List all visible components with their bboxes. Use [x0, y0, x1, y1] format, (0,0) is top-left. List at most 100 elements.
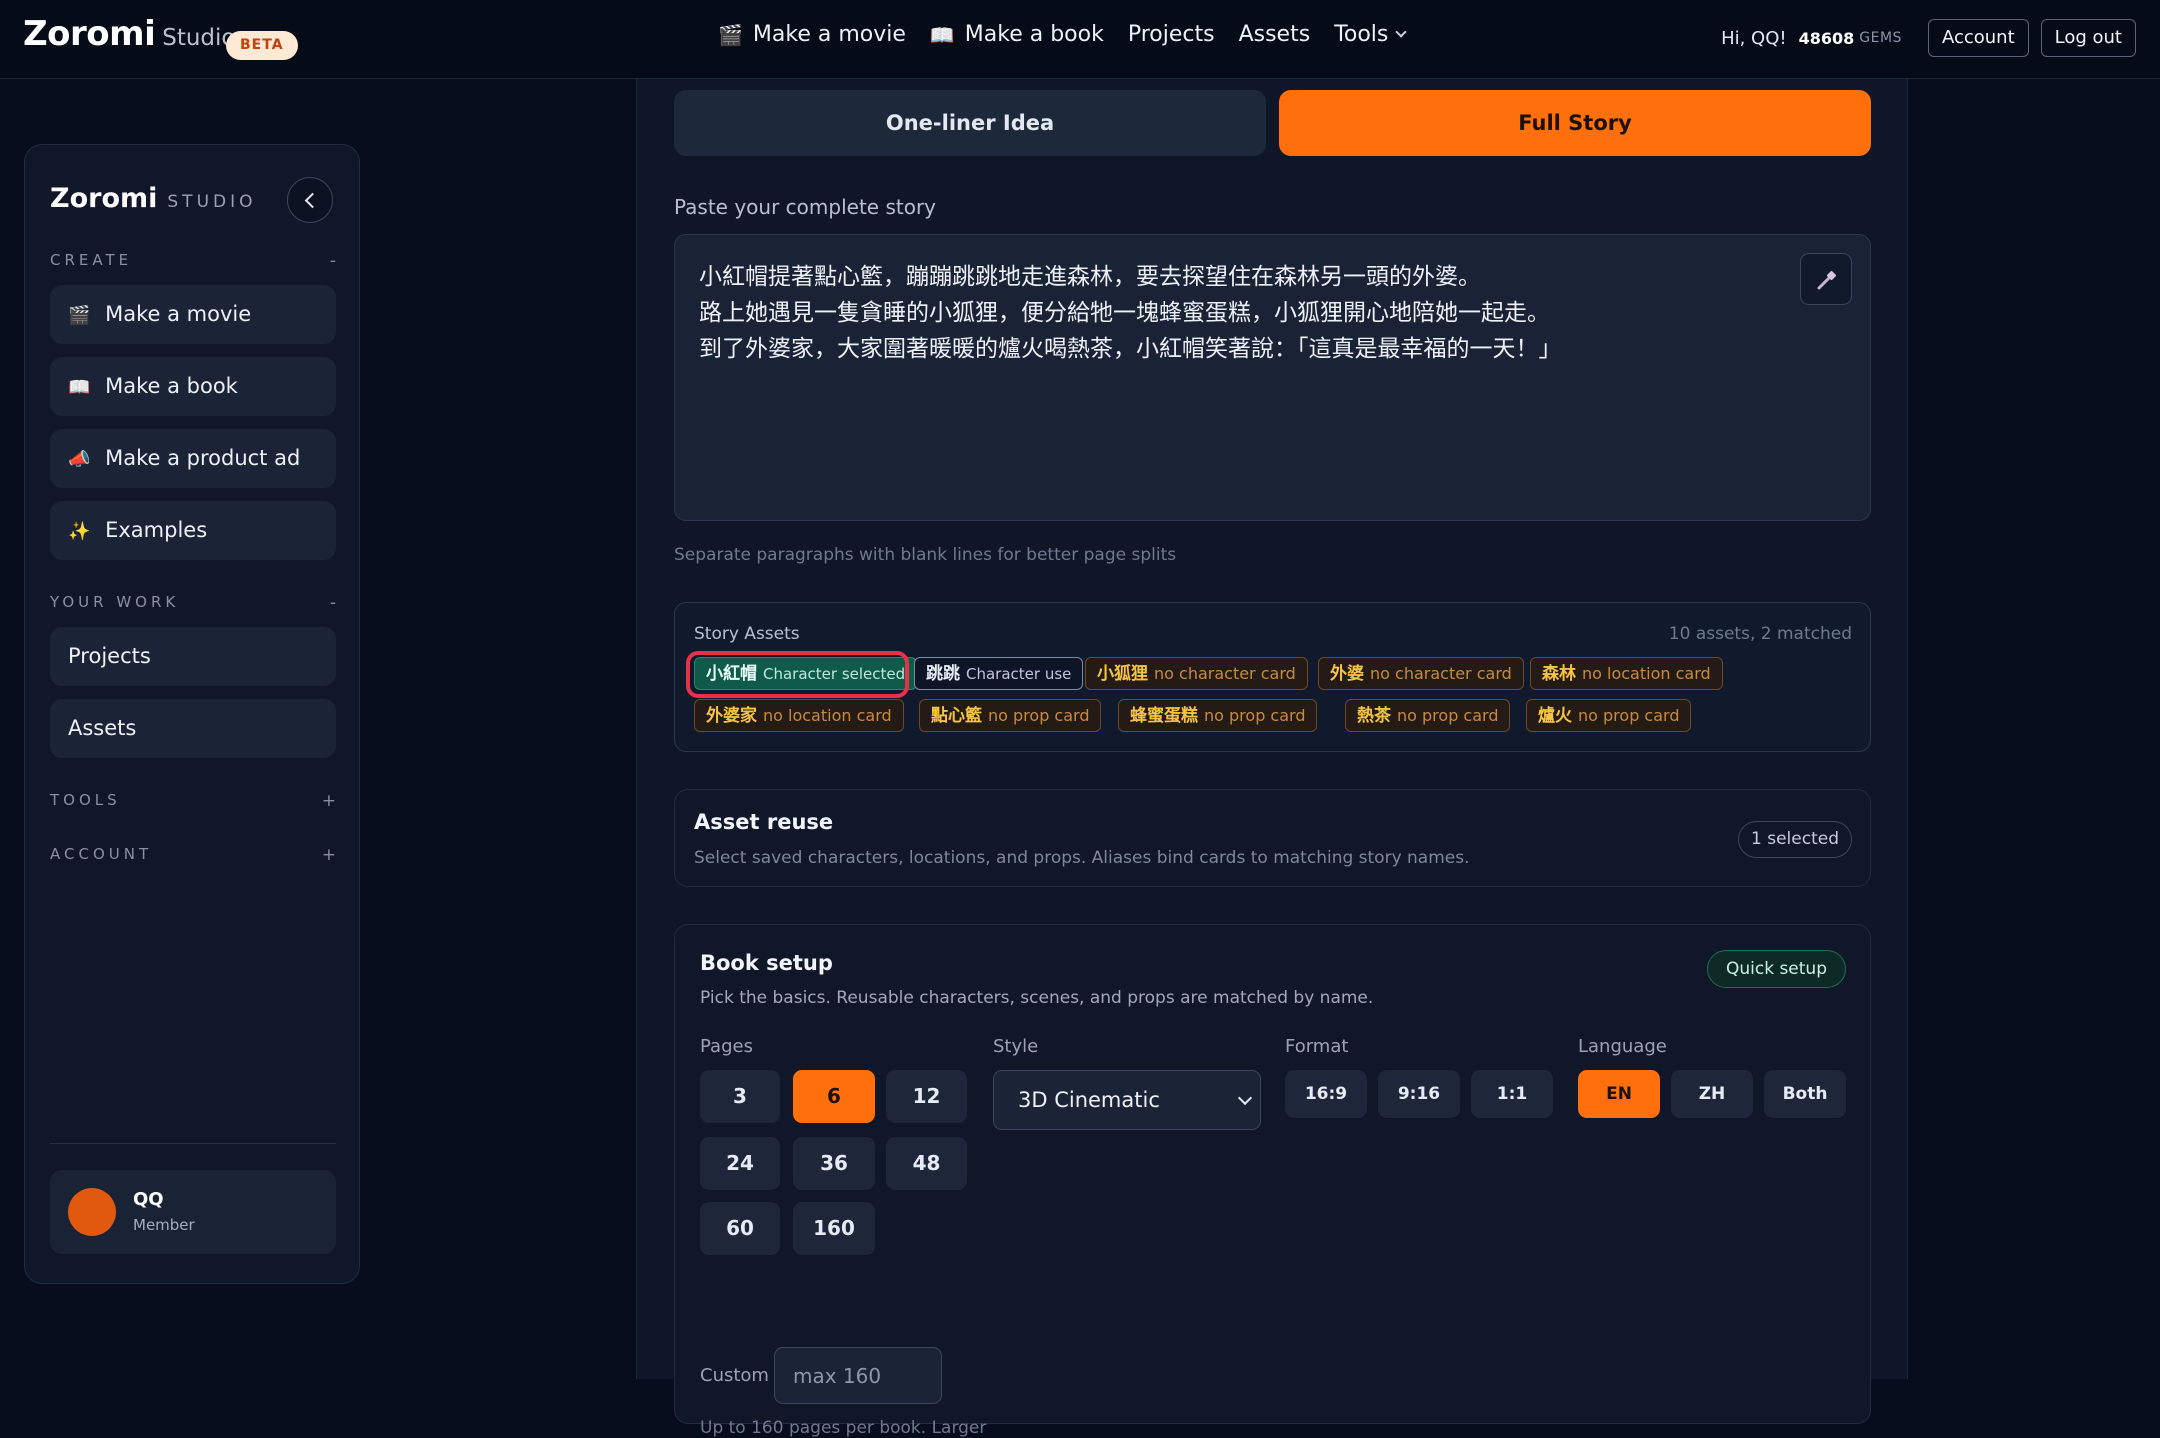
style-selected-value: 3D Cinematic [1018, 1088, 1160, 1112]
logout-button[interactable]: Log out [2040, 19, 2136, 57]
asset-chip-status: no prop card [1578, 706, 1680, 725]
custom-pages-input[interactable] [774, 1347, 942, 1404]
sidebar-item-label: Make a product ad [105, 446, 301, 470]
section-create-header[interactable]: CREATE - [50, 251, 336, 271]
pages-option[interactable]: 12 [886, 1070, 967, 1123]
asset-chip-status: Character use [966, 665, 1072, 683]
format-option[interactable]: 1:1 [1471, 1070, 1553, 1118]
sparkles-icon: ✨ [68, 521, 91, 542]
account-button[interactable]: Account [1927, 19, 2029, 57]
pages-option[interactable]: 60 [700, 1202, 780, 1255]
sidebar-item-make-movie[interactable]: 🎬 Make a movie [50, 285, 336, 344]
asset-chip[interactable]: 跳跳 Character use [914, 657, 1084, 690]
asset-reuse-title: Asset reuse [694, 810, 834, 834]
pages-option[interactable]: 36 [793, 1137, 875, 1190]
asset-chip[interactable]: 點心籃 no prop card [919, 699, 1102, 732]
user-card[interactable]: QQ Member [50, 1170, 336, 1254]
format-option[interactable]: 9:16 [1378, 1070, 1460, 1118]
book-icon: 📖 [68, 377, 91, 398]
book-setup-title: Book setup [700, 951, 833, 975]
asset-chip-status: no prop card [1397, 706, 1499, 725]
format-label: Format [1285, 1036, 1349, 1057]
pages-option[interactable]: 48 [886, 1137, 967, 1190]
sidebar-brand: Zoromi STUDIO [50, 183, 257, 214]
tab-full-story[interactable]: Full Story [1279, 90, 1871, 156]
sidebar-item-make-book[interactable]: 📖 Make a book [50, 357, 336, 416]
sidebar-item-label: Make a movie [105, 302, 252, 326]
brand-logo[interactable]: Zoromi Studio [23, 14, 236, 54]
section-account-title: ACCOUNT [50, 845, 153, 863]
section-your-work-header[interactable]: YOUR WORK - [50, 593, 336, 613]
expand-toggle-icon: + [321, 845, 336, 865]
language-option[interactable]: EN [1578, 1070, 1660, 1118]
brand-name: Zoromi [23, 14, 156, 54]
beta-badge: BETA [226, 31, 298, 60]
chevron-left-icon [304, 192, 321, 209]
asset-chip-status: no prop card [1204, 706, 1306, 725]
asset-chip-name: 蜂蜜蛋糕 [1130, 706, 1198, 726]
asset-chip[interactable]: 爐火 no prop card [1526, 699, 1692, 732]
asset-chip[interactable]: 外婆家 no location card [694, 699, 904, 732]
asset-chip-name: 爐火 [1538, 706, 1572, 726]
tab-one-liner-idea[interactable]: One-liner Idea [674, 90, 1266, 156]
chevron-down-icon [1395, 25, 1408, 38]
nav-tools-label: Tools [1334, 22, 1389, 47]
story-textarea[interactable]: 小紅帽提著點心籃，蹦蹦跳跳地走進森林，要去探望住在森林另一頭的外婆。 路上她遇見… [674, 234, 1871, 521]
user-role: Member [133, 1216, 195, 1234]
sidebar-item-projects[interactable]: Projects [50, 627, 336, 686]
gems-count: 48608 [1798, 28, 1855, 48]
sidebar-item-assets[interactable]: Assets [50, 699, 336, 758]
quick-setup-button[interactable]: Quick setup [1706, 950, 1846, 988]
main-panel: One-liner Idea Full Story Paste your com… [636, 79, 1908, 1438]
asset-chip-status: no character card [1154, 664, 1296, 683]
pages-option[interactable]: 24 [700, 1137, 780, 1190]
avatar [68, 1188, 116, 1236]
story-assets-title: Story Assets [694, 624, 800, 644]
asset-reuse-description: Select saved characters, locations, and … [694, 848, 1470, 868]
asset-chip-name: 森林 [1542, 664, 1576, 684]
book-icon: 📖 [929, 22, 955, 47]
asset-chip-status: no character card [1370, 664, 1512, 683]
language-label: Language [1578, 1036, 1667, 1057]
selection-highlight-ring [686, 651, 909, 698]
collapse-sidebar-button[interactable] [287, 177, 333, 223]
language-option[interactable]: ZH [1671, 1070, 1753, 1118]
nav-make-movie[interactable]: 🎬 Make a movie [718, 22, 906, 47]
clapperboard-icon: 🎬 [68, 305, 91, 326]
magic-wand-icon [1817, 270, 1837, 290]
nav-projects[interactable]: Projects [1128, 22, 1215, 47]
asset-reuse-panel[interactable]: Asset reuse Select saved characters, loc… [674, 789, 1871, 887]
sidebar-item-examples[interactable]: ✨ Examples [50, 501, 336, 560]
section-tools-header[interactable]: TOOLS + [50, 791, 336, 811]
sidebar-divider [50, 1143, 336, 1144]
sidebar-brand-name: Zoromi [50, 183, 158, 214]
sidebar-item-make-product-ad[interactable]: 📣 Make a product ad [50, 429, 336, 488]
pages-label: Pages [700, 1036, 753, 1057]
collapse-toggle-icon: - [329, 593, 336, 613]
pages-option[interactable]: 160 [793, 1202, 875, 1255]
magic-wand-button[interactable] [1800, 253, 1852, 305]
section-account-header[interactable]: ACCOUNT + [50, 845, 336, 865]
pages-option[interactable]: 6 [793, 1070, 875, 1123]
user-name: QQ [133, 1189, 164, 1210]
pages-option[interactable]: 3 [700, 1070, 780, 1123]
chevron-down-icon [1237, 1090, 1253, 1106]
asset-chip[interactable]: 小狐狸 no character card [1085, 657, 1308, 690]
sidebar-item-label: Examples [105, 518, 208, 542]
nav-make-book[interactable]: 📖 Make a book [930, 22, 1104, 47]
language-option[interactable]: Both [1764, 1070, 1846, 1118]
asset-chip[interactable]: 蜂蜜蛋糕 no prop card [1118, 699, 1318, 732]
asset-chip-name: 熱茶 [1357, 706, 1391, 726]
format-option[interactable]: 16:9 [1285, 1070, 1367, 1118]
asset-chip[interactable]: 森林 no location card [1530, 657, 1723, 690]
book-setup-panel: Book setup Pick the basics. Reusable cha… [674, 924, 1871, 1438]
story-assets-count: 10 assets, 2 matched [1668, 624, 1852, 644]
nav-assets[interactable]: Assets [1239, 22, 1311, 47]
asset-chip-status: no location card [763, 706, 892, 725]
asset-chip[interactable]: 外婆 no character card [1318, 657, 1524, 690]
nav-make-movie-label: Make a movie [752, 22, 906, 47]
style-select[interactable]: 3D Cinematic [993, 1070, 1261, 1130]
style-label: Style [993, 1036, 1039, 1057]
nav-tools[interactable]: Tools [1334, 22, 1408, 47]
asset-chip[interactable]: 熱茶 no prop card [1345, 699, 1511, 732]
